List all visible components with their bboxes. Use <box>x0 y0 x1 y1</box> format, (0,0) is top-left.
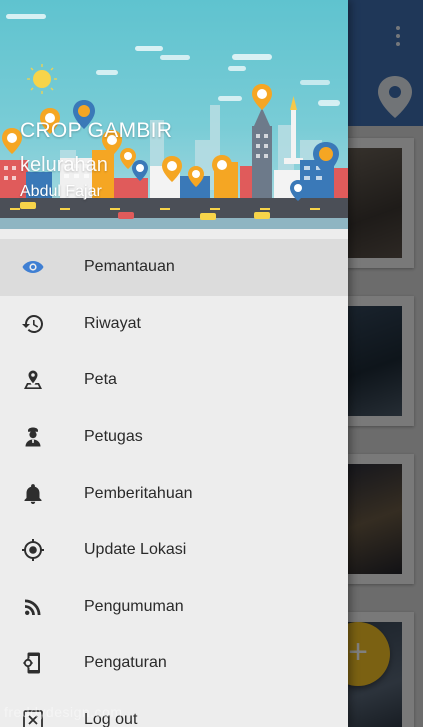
eye-icon <box>21 255 45 279</box>
menu-label: Peta <box>84 371 117 389</box>
menu-label: Petugas <box>84 428 143 446</box>
rss-icon <box>21 595 45 619</box>
watermark: freddydesign.com <box>4 704 123 720</box>
gps-icon <box>21 538 45 562</box>
navigation-drawer: CROP GAMBIR kelurahan Abdul Fajar Pemant… <box>0 0 348 727</box>
user-name: Abdul Fajar <box>20 183 102 200</box>
menu-item-pemantauan[interactable]: Pemantauan <box>0 239 348 296</box>
menu-label: Pemberitahuan <box>84 484 193 502</box>
menu-item-update-lokasi[interactable]: Update Lokasi <box>0 522 348 579</box>
menu-label: Pengaturan <box>84 654 167 672</box>
menu-item-petugas[interactable]: Petugas <box>0 409 348 466</box>
menu-item-pengumuman[interactable]: Pengumuman <box>0 579 348 636</box>
history-icon <box>21 312 45 336</box>
app-title: CROP GAMBIR <box>20 119 173 142</box>
menu-item-pengaturan[interactable]: Pengaturan <box>0 635 348 692</box>
menu-label: Pengumuman <box>84 597 184 615</box>
drawer-header: CROP GAMBIR kelurahan Abdul Fajar <box>0 0 348 229</box>
settings-phone-icon <box>21 651 45 675</box>
bell-icon <box>21 482 45 506</box>
menu-item-pemberitahuan[interactable]: Pemberitahuan <box>0 465 348 522</box>
drawer-header-text: CROP GAMBIR kelurahan Abdul Fajar <box>20 118 172 203</box>
menu-item-peta[interactable]: Peta <box>0 352 348 409</box>
map-pin-icon <box>21 368 45 392</box>
menu-label: Pemantauan <box>84 258 175 276</box>
menu-item-riwayat[interactable]: Riwayat <box>0 296 348 353</box>
menu-label: Update Lokasi <box>84 541 187 559</box>
app-screen: + <box>0 0 423 727</box>
officer-icon <box>21 425 45 449</box>
user-role: kelurahan <box>20 154 108 176</box>
drawer-menu: Pemantauan Riwayat Peta Petugas Pemberit… <box>0 239 348 727</box>
menu-label: Riwayat <box>84 314 141 332</box>
